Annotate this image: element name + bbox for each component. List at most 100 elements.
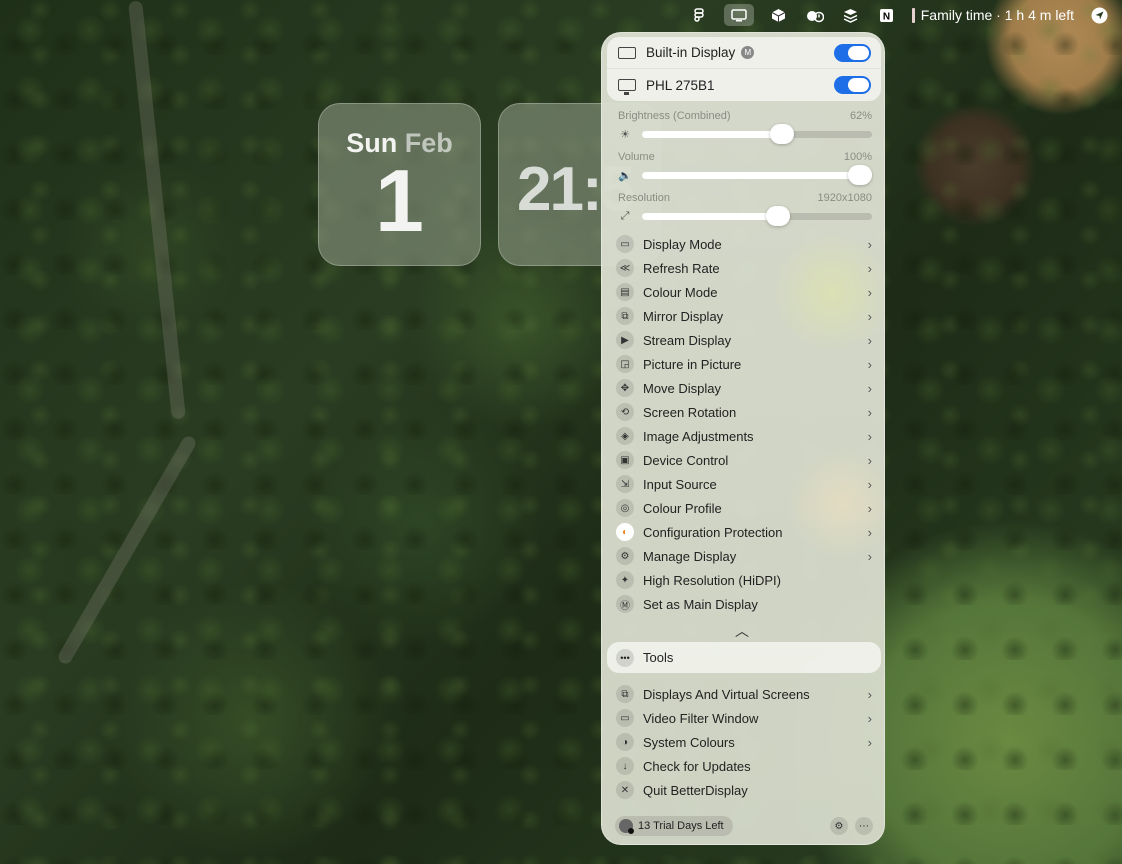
slider-fill bbox=[642, 213, 780, 220]
panel-footer: 13 Trial Days Left ⚙ ⋯ bbox=[615, 816, 873, 836]
trial-badge[interactable]: 13 Trial Days Left bbox=[615, 816, 733, 836]
display-toggle-phl[interactable] bbox=[834, 76, 871, 94]
trial-label: 13 Trial Days Left bbox=[638, 820, 724, 832]
menu-item-label: Screen Rotation bbox=[643, 404, 737, 420]
menu-item-label: Quit BetterDisplay bbox=[643, 782, 748, 798]
colour-mode-icon: ▤ bbox=[616, 283, 634, 301]
menu-item-device-control[interactable]: ▣ Device Control › bbox=[602, 448, 886, 472]
resize-icon: ⤢ bbox=[620, 210, 630, 222]
input-source-icon: ⇲ bbox=[616, 475, 634, 493]
location-arrow-icon[interactable] bbox=[1088, 4, 1110, 26]
chevron-right-icon: › bbox=[867, 428, 872, 444]
virtual-screens-icon: ⧉ bbox=[616, 685, 634, 703]
more-options-icon[interactable]: ⋯ bbox=[855, 817, 873, 835]
menu-item-system-colours[interactable]: ◑ System Colours › bbox=[602, 730, 886, 754]
menu-item-check-updates[interactable]: ↓ Check for Updates bbox=[602, 754, 886, 778]
colour-profile-icon: ◎ bbox=[616, 499, 634, 517]
menu-item-colour-profile[interactable]: ◎ Colour Profile › bbox=[602, 496, 886, 520]
shield-icon: ◐ bbox=[616, 523, 634, 541]
chevron-right-icon: › bbox=[867, 524, 872, 540]
chevron-right-icon: › bbox=[867, 356, 872, 372]
menu-item-picture-in-picture[interactable]: ◲ Picture in Picture › bbox=[602, 352, 886, 376]
menu-item-label: Mirror Display bbox=[643, 308, 724, 324]
menu-item-label: Colour Mode bbox=[643, 284, 718, 300]
tools-label: Tools bbox=[643, 650, 674, 665]
display-icon[interactable] bbox=[723, 4, 754, 26]
slider-value: 1920x1080 bbox=[817, 192, 872, 204]
close-icon: ✕ bbox=[616, 781, 634, 799]
menu-item-set-main-display[interactable]: Ⓜ Set as Main Display bbox=[602, 592, 886, 616]
cube-icon[interactable] bbox=[768, 4, 790, 26]
menu-item-stream-display[interactable]: ▶ Stream Display › bbox=[602, 328, 886, 352]
menu-item-label: Device Control bbox=[643, 452, 729, 468]
chevron-right-icon: › bbox=[867, 380, 872, 396]
menu-item-move-display[interactable]: ✥ Move Display › bbox=[602, 376, 886, 400]
chevron-right-icon: › bbox=[867, 734, 872, 750]
chevron-right-icon: › bbox=[867, 476, 872, 492]
chevron-right-icon: › bbox=[867, 452, 872, 468]
chevron-up-icon[interactable]: ︿ bbox=[735, 621, 749, 641]
sparkle-icon: ✦ bbox=[616, 571, 634, 589]
menu-item-label: Manage Display bbox=[643, 548, 737, 564]
display-menu-list: ▭ Display Mode › ≪ Refresh Rate › ▤ Colour Mo… bbox=[602, 232, 886, 616]
refresh-rate-icon: ≪ bbox=[616, 259, 634, 277]
layers-icon[interactable] bbox=[840, 4, 862, 26]
speaker-icon: 🔈 bbox=[618, 170, 632, 182]
slider-track[interactable] bbox=[642, 206, 872, 226]
menu-item-manage-display[interactable]: ⚙ Manage Display › bbox=[602, 544, 886, 568]
download-icon: ↓ bbox=[616, 757, 634, 775]
menu-item-screen-rotation[interactable]: ⟲ Screen Rotation › bbox=[602, 400, 886, 424]
menu-item-label: Video Filter Window bbox=[643, 710, 759, 726]
menu-item-video-filter[interactable]: ▭ Video Filter Window › bbox=[602, 706, 886, 730]
gears-icon: ⚙ bbox=[616, 547, 634, 565]
slider-label: Resolution bbox=[618, 192, 670, 204]
date-widget[interactable]: Sun Feb 1 bbox=[318, 103, 481, 266]
slider-track[interactable] bbox=[642, 165, 872, 185]
display-row-builtin[interactable]: Built-in Display M bbox=[607, 37, 881, 69]
settings-gear-icon[interactable]: ⚙ bbox=[830, 817, 848, 835]
menu-item-input-source[interactable]: ⇲ Input Source › bbox=[602, 472, 886, 496]
menu-item-colour-mode[interactable]: ▤ Colour Mode › bbox=[602, 280, 886, 304]
menu-item-mirror-display[interactable]: ⧉ Mirror Display › bbox=[602, 304, 886, 328]
menu-item-refresh-rate[interactable]: ≪ Refresh Rate › bbox=[602, 256, 886, 280]
tools-header[interactable]: ••• Tools bbox=[607, 642, 881, 673]
rotation-icon: ⟲ bbox=[616, 403, 634, 421]
slider-track[interactable] bbox=[642, 124, 872, 144]
chevron-right-icon: › bbox=[867, 548, 872, 564]
slider-knob[interactable] bbox=[848, 165, 872, 185]
display-row-phl[interactable]: PHL 275B1 bbox=[607, 69, 881, 101]
menu-item-hidpi[interactable]: ✦ High Resolution (HiDPI) bbox=[602, 568, 886, 592]
timer-icon[interactable] bbox=[804, 4, 826, 26]
menu-item-label: Input Source bbox=[643, 476, 717, 492]
slider-knob[interactable] bbox=[765, 206, 790, 226]
slider-knob[interactable] bbox=[769, 124, 794, 144]
family-time-status[interactable]: Family time · 1 h 4 m left bbox=[911, 7, 1074, 23]
figma-icon[interactable] bbox=[688, 4, 710, 26]
laptop-icon bbox=[618, 46, 636, 59]
display-toggle-builtin[interactable] bbox=[834, 43, 871, 62]
chevron-right-icon: › bbox=[867, 308, 872, 324]
menu-item-quit[interactable]: ✕ Quit BetterDisplay bbox=[602, 778, 886, 802]
menu-item-configuration-protection[interactable]: ◐ Configuration Protection › bbox=[602, 520, 886, 544]
menu-item-image-adjustments[interactable]: ◈ Image Adjustments › bbox=[602, 424, 886, 448]
chevron-right-icon: › bbox=[867, 500, 872, 516]
slider-value: 100% bbox=[843, 151, 872, 163]
menu-item-label: Configuration Protection bbox=[643, 524, 783, 540]
monitor-icon bbox=[618, 79, 636, 95]
slider-fill bbox=[642, 131, 785, 138]
display-name: Built-in Display bbox=[646, 45, 736, 60]
brightness-slider: Brightness (Combined) 62% ☀ bbox=[618, 110, 872, 144]
family-time-label: Family time · 1 h 4 m left bbox=[920, 7, 1074, 23]
main-display-badge: M bbox=[741, 46, 755, 59]
chevron-right-icon: › bbox=[867, 284, 872, 300]
notion-icon[interactable]: N bbox=[876, 4, 898, 26]
slider-value: 62% bbox=[849, 110, 872, 122]
menu-item-label: Set as Main Display bbox=[643, 596, 758, 612]
menu-item-label: Image Adjustments bbox=[643, 428, 754, 444]
date-widget-number: 1 bbox=[375, 151, 424, 250]
menu-item-display-mode[interactable]: ▭ Display Mode › bbox=[602, 232, 886, 256]
slider-fill bbox=[642, 172, 872, 179]
menu-item-virtual-screens[interactable]: ⧉ Displays And Virtual Screens › bbox=[602, 682, 886, 706]
more-dots-icon: ••• bbox=[616, 648, 634, 667]
menu-item-label: Picture in Picture bbox=[643, 356, 742, 372]
